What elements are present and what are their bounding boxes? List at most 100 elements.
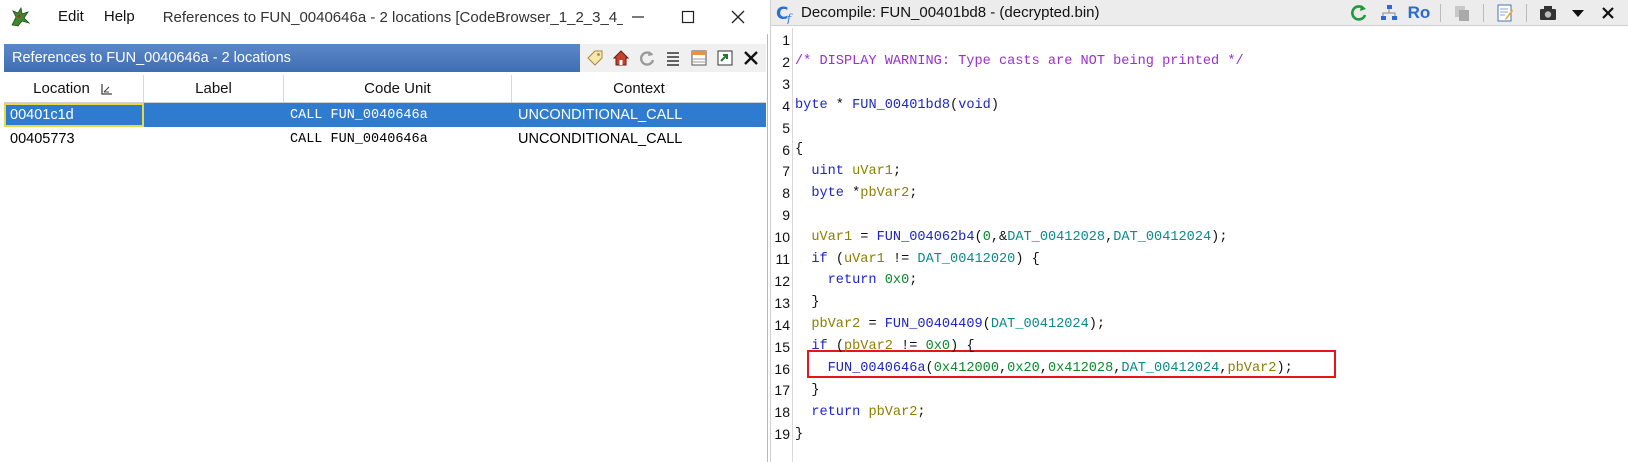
cell-label[interactable] (144, 103, 284, 127)
line-number: 19 (774, 426, 790, 443)
close-panel-button[interactable] (1595, 1, 1621, 25)
menu-help[interactable]: Help (94, 0, 145, 34)
cell-location[interactable]: 00401c1d (4, 103, 144, 127)
graph-icon (1381, 5, 1397, 20)
close-icon (731, 10, 745, 24)
camera-icon (1540, 6, 1556, 20)
svg-text:f: f (786, 12, 793, 24)
snapshot-button[interactable] (1535, 1, 1561, 25)
code-line[interactable]: 5 (771, 117, 1628, 139)
code-text[interactable]: { (793, 142, 803, 157)
code-text[interactable]: FUN_0040646a(0x412000,0x20,0x412028,DAT_… (793, 361, 1293, 376)
column-header-code-unit[interactable]: Code Unit (284, 75, 512, 102)
line-number: 7 (782, 163, 790, 180)
code-text[interactable]: } (793, 295, 819, 310)
decompiler-window: C f Decompile: FUN_00401bd8 - (decrypted… (770, 0, 1628, 462)
snapshot-button[interactable] (686, 46, 712, 70)
export-button[interactable] (712, 46, 738, 70)
code-line[interactable]: 10 uVar1 = FUN_004062b4(0,&DAT_00412028,… (771, 226, 1628, 248)
decompiled-code-area[interactable]: 1 2/* DISPLAY WARNING: Type casts are NOT… (771, 28, 1628, 462)
code-line[interactable]: 13 } (771, 292, 1628, 314)
toolbar-separator (1526, 4, 1527, 22)
maximize-button[interactable] (666, 0, 710, 34)
column-header-location[interactable]: Location (4, 75, 144, 102)
code-text[interactable]: uVar1 = FUN_004062b4(0,&DAT_00412028,DAT… (793, 230, 1227, 245)
line-number: 8 (782, 185, 790, 202)
decompiler-toolbar: Ro (1346, 0, 1621, 26)
code-text[interactable]: if (uVar1 != DAT_00412020) { (793, 252, 1039, 267)
references-window: Edit Help References to FUN_0040646a - 2… (0, 0, 768, 462)
code-line[interactable]: 7 uint uVar1; (771, 160, 1628, 182)
code-text[interactable]: } (793, 427, 803, 442)
code-text[interactable]: /* DISPLAY WARNING: Type casts are NOT b… (793, 54, 1244, 69)
home-button[interactable] (608, 46, 634, 70)
copy-button[interactable] (1449, 1, 1475, 25)
code-text[interactable]: return 0x0; (793, 273, 918, 288)
edit-document-icon (1497, 4, 1513, 22)
toolbar-separator (1483, 4, 1484, 22)
code-line[interactable]: 4 byte * FUN_00401bd8(void) (771, 95, 1628, 117)
cell-location[interactable]: 00405773 (4, 127, 144, 151)
line-number: 11 (775, 251, 790, 267)
code-line[interactable]: 3 (771, 73, 1628, 95)
cell-code-unit[interactable]: CALL FUN_0040646a (284, 127, 512, 151)
list-view-button[interactable] (660, 46, 686, 70)
cell-context[interactable]: UNCONDITIONAL_CALL (512, 127, 766, 151)
line-number: 18 (774, 404, 790, 421)
line-number: 13 (774, 294, 790, 311)
cell-context[interactable]: UNCONDITIONAL_CALL (512, 103, 766, 127)
table-row[interactable]: 00401c1d CALL FUN_0040646a UNCONDITIONAL… (4, 103, 766, 127)
code-text[interactable]: byte * FUN_00401bd8(void) (793, 98, 999, 113)
column-header-context[interactable]: Context (512, 75, 766, 102)
code-text[interactable]: return pbVar2; (793, 405, 925, 420)
code-line[interactable]: 12 return 0x0; (771, 270, 1628, 292)
code-line[interactable]: 16 FUN_0040646a(0x412000,0x20,0x412028,D… (771, 358, 1628, 380)
refresh-green-icon (1351, 5, 1367, 21)
code-line[interactable]: 1 (771, 29, 1628, 51)
code-line[interactable]: 19} (771, 423, 1628, 445)
chevron-down-icon (1572, 10, 1584, 17)
tag-button[interactable] (582, 46, 608, 70)
refresh-icon (640, 51, 655, 66)
close-window-button[interactable] (716, 0, 760, 34)
table-row[interactable]: 00405773 CALL FUN_0040646a UNCONDITIONAL… (4, 127, 766, 151)
graph-button[interactable] (1376, 1, 1402, 25)
decompiler-header: C f Decompile: FUN_00401bd8 - (decrypted… (771, 0, 1628, 26)
refresh-button[interactable] (634, 46, 660, 70)
refresh-button[interactable] (1346, 1, 1372, 25)
menu-dropdown-button[interactable] (1565, 1, 1591, 25)
read-only-toggle[interactable]: Ro (1406, 1, 1432, 25)
edit-button[interactable] (1492, 1, 1518, 25)
column-header-label[interactable]: Label (144, 75, 284, 102)
code-text[interactable]: } (793, 383, 819, 398)
references-panel-header: References to FUN_0040646a - 2 locations (4, 44, 766, 72)
cell-code-unit[interactable]: CALL FUN_0040646a (284, 103, 512, 127)
code-line[interactable]: 6{ (771, 139, 1628, 161)
code-line[interactable]: 8 byte *pbVar2; (771, 182, 1628, 204)
code-line[interactable]: 15 if (pbVar2 != 0x0) { (771, 336, 1628, 358)
minimize-button[interactable] (616, 0, 660, 34)
home-icon (612, 50, 630, 66)
table-header: Location Label Code Unit Context (4, 75, 766, 103)
table-snapshot-icon (691, 50, 707, 66)
code-line[interactable]: 11 if (uVar1 != DAT_00412020) { (771, 248, 1628, 270)
column-label: Context (613, 80, 665, 97)
code-line[interactable]: 18 return pbVar2; (771, 401, 1628, 423)
line-number: 15 (774, 338, 790, 355)
cell-label[interactable] (144, 127, 284, 151)
code-line[interactable]: 2/* DISPLAY WARNING: Type casts are NOT … (771, 51, 1628, 73)
sort-ascending-icon (101, 83, 112, 95)
code-line[interactable]: 17 } (771, 379, 1628, 401)
code-text[interactable]: byte *pbVar2; (793, 186, 917, 201)
close-panel-button[interactable] (738, 46, 764, 70)
tag-icon (587, 50, 603, 66)
menu-edit[interactable]: Edit (48, 0, 94, 34)
code-text[interactable]: pbVar2 = FUN_00404409(DAT_00412024); (793, 317, 1105, 332)
references-table: Location Label Code Unit Context 00401c1… (4, 75, 766, 151)
code-line[interactable]: 14 pbVar2 = FUN_00404409(DAT_00412024); (771, 314, 1628, 336)
code-text[interactable]: uint uVar1; (793, 164, 901, 179)
code-line[interactable]: 9 (771, 204, 1628, 226)
code-text[interactable]: if (pbVar2 != 0x0) { (793, 339, 974, 354)
line-number: 17 (774, 382, 790, 399)
column-label: Location (33, 80, 90, 97)
